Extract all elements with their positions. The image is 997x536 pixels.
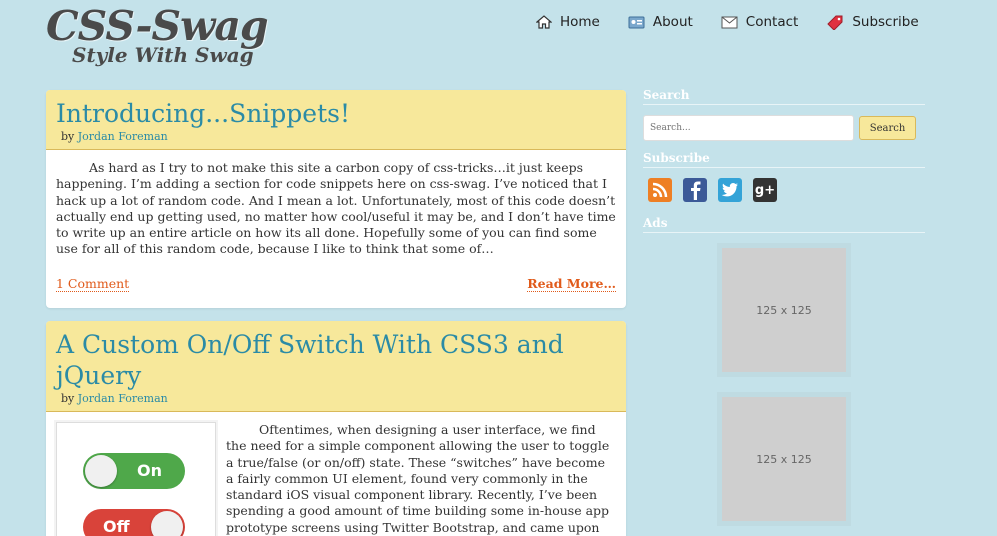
nav-subscribe-label: Subscribe (852, 14, 919, 30)
post-header: Introducing...Snippets! by Jordan Forema… (46, 90, 626, 150)
search-form: Search (643, 115, 925, 141)
post-excerpt: On Off Oftentimes, when designing a user… (46, 412, 626, 536)
switch-preview-image: On Off (56, 422, 216, 536)
excerpt-text: As hard as I try to not make this site a… (56, 160, 616, 257)
switch-knob (151, 511, 183, 536)
nav-home-label: Home (560, 14, 600, 30)
home-icon (536, 15, 552, 29)
search-widget-title: Search (643, 88, 925, 105)
id-card-icon (628, 16, 645, 28)
ad-size-label: 125 x 125 (756, 303, 812, 317)
social-links: g+ (648, 178, 925, 202)
twitter-icon[interactable] (718, 178, 742, 202)
ad-size-label: 125 x 125 (756, 452, 812, 466)
subscribe-widget-title: Subscribe (643, 151, 925, 168)
sidebar: Search Search Subscribe g+ Ads 125 x 125… (643, 88, 925, 536)
switch-on-label: On (137, 461, 162, 480)
byline-prefix: by (61, 130, 75, 143)
post-excerpt: As hard as I try to not make this site a… (46, 150, 626, 266)
nav-about[interactable]: About (628, 14, 693, 30)
logo-tagline: Style With Swag (72, 43, 254, 67)
read-more-link[interactable]: Read More… (527, 276, 616, 292)
site-logo[interactable]: CSS-Swag Style With Swag (46, 2, 269, 67)
nav-about-label: About (652, 14, 693, 30)
author-link[interactable]: Jordan Foreman (78, 130, 168, 143)
search-input[interactable] (643, 115, 854, 141)
ads-widget-title: Ads (643, 216, 925, 233)
post-card: Introducing...Snippets! by Jordan Forema… (46, 90, 626, 308)
tag-icon (827, 15, 843, 30)
post-byline: by Jordan Foreman (61, 392, 616, 405)
post-footer: 1 Comment Read More… (46, 276, 626, 302)
nav-contact-label: Contact (745, 14, 799, 30)
byline-prefix: by (61, 392, 75, 405)
facebook-icon[interactable] (683, 178, 707, 202)
search-button[interactable]: Search (859, 116, 916, 140)
ad-slot[interactable]: 125 x 125 (717, 243, 851, 377)
nav-subscribe[interactable]: Subscribe (826, 14, 919, 30)
comments-link[interactable]: 1 Comment (56, 276, 130, 292)
switch-off-label: Off (103, 517, 130, 536)
post-header: A Custom On/Off Switch With CSS3 and jQu… (46, 321, 626, 412)
nav-home[interactable]: Home (536, 14, 600, 30)
ad-slot[interactable]: 125 x 125 (717, 392, 851, 526)
envelope-icon (721, 16, 738, 28)
nav-contact[interactable]: Contact (721, 14, 799, 30)
post-card: A Custom On/Off Switch With CSS3 and jQu… (46, 321, 626, 536)
post-title[interactable]: Introducing...Snippets! (56, 98, 616, 129)
google-plus-icon[interactable]: g+ (753, 178, 777, 202)
rss-icon[interactable] (648, 178, 672, 202)
off-switch: Off (83, 509, 185, 536)
on-switch: On (83, 453, 185, 489)
excerpt-text: Oftentimes, when designing a user interf… (226, 422, 610, 535)
post-title[interactable]: A Custom On/Off Switch With CSS3 and jQu… (56, 329, 616, 391)
author-link[interactable]: Jordan Foreman (78, 392, 168, 405)
main-nav: Home About Contact Subscribe (536, 14, 939, 30)
post-byline: by Jordan Foreman (61, 130, 616, 143)
switch-knob (85, 455, 117, 487)
